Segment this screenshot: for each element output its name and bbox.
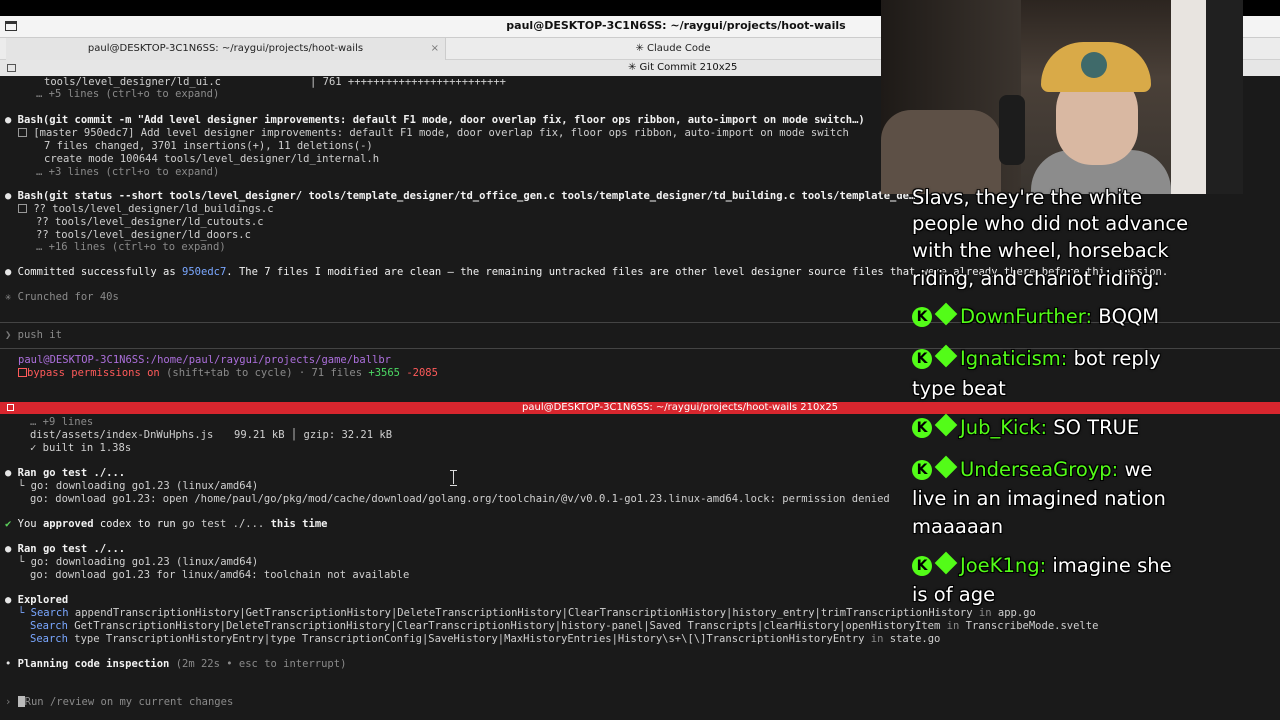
- search-line: Search GetTranscriptionHistory|DeleteTra…: [30, 620, 1099, 632]
- output-line: [master 950edc7] Add level designer impr…: [18, 127, 849, 140]
- chat-message-cont: live in an imagined nation: [912, 487, 1166, 510]
- output-line: └ go: downloading go1.23 (linux/amd64): [18, 556, 259, 568]
- tool-call-line: ● Ran go test ./...: [5, 543, 126, 555]
- output-line: | 761 +++++++++++++++++++++++++: [310, 76, 506, 88]
- tab-label: paul@DESKTOP-3C1N6SS: ~/raygui/projects/…: [87, 43, 364, 54]
- search-line: └ Search appendTranscriptionHistory|GetT…: [18, 607, 1036, 619]
- diamond-badge-icon: [934, 302, 958, 326]
- diamond-badge-icon: [934, 551, 958, 575]
- tool-call-line: ● Bash(git status --short tools/level_de…: [5, 190, 916, 202]
- kick-badge-icon: K: [912, 418, 932, 438]
- chat-overflow-line: people who did not advance: [912, 212, 1189, 235]
- tool-call-line: ● Bash(git commit -m "Add level designer…: [5, 114, 865, 126]
- prompt-input[interactable]: ❯ push it: [5, 329, 62, 342]
- diamond-badge-icon: [934, 455, 958, 479]
- search-line: Search type TranscriptionHistoryEntry|ty…: [30, 633, 941, 645]
- chat-message-cont: type beat: [912, 377, 1006, 400]
- output-line: create mode 100644 tools/level_designer/…: [44, 153, 380, 165]
- kick-badge-icon: K: [912, 349, 932, 369]
- diamond-badge-icon: [934, 344, 958, 368]
- chat-message: K JoeK1ng: imagine she: [912, 551, 1172, 580]
- output-line: go: download go1.23: open /home/paul/go/…: [30, 493, 890, 505]
- tab-claude-code[interactable]: ✳ Claude Code: [448, 38, 898, 60]
- expand-hint[interactable]: … +16 lines (ctrl+o to expand): [36, 241, 226, 254]
- chat-message-cont: is of age: [912, 583, 996, 606]
- tool-call-line: ● Ran go test ./...: [5, 467, 126, 479]
- chat-message: K DownFurther: BQQM: [912, 302, 1159, 331]
- status-line: ✳ Crunched for 40s: [5, 291, 119, 303]
- output-line: go: download go1.23 for linux/amd64: too…: [30, 569, 410, 581]
- approval-line: ✔ You approved codex to run go test ./..…: [5, 518, 328, 530]
- chat-overflow-line: riding, and chariot riding.: [912, 267, 1160, 290]
- chat-message: K Ignaticism: bot reply: [912, 344, 1161, 373]
- text-cursor: [17, 696, 25, 707]
- codex-input[interactable]: › Run /review on my current changes: [5, 696, 233, 709]
- expand-hint[interactable]: … +3 lines (ctrl+o to expand): [36, 166, 219, 179]
- status-bar: bypass permissions on (shift+tab to cycl…: [18, 367, 438, 380]
- microphone: [999, 95, 1025, 165]
- output-line: └ go: downloading go1.23 (linux/amd64): [18, 480, 259, 492]
- text-cursor-icon: [450, 470, 457, 486]
- chat-overflow-line: with the wheel, horseback: [912, 239, 1169, 262]
- output-line: ?? tools/level_designer/ld_cutouts.c: [36, 216, 264, 228]
- output-line: ✓ built in 1.38s: [30, 442, 132, 454]
- output-line: 99.21 kB │ gzip: 32.21 kB: [234, 429, 393, 441]
- pane-icon: [7, 404, 14, 411]
- grid-icon[interactable]: [7, 64, 16, 72]
- working-status: • Planning code inspection (2m 22s • esc…: [5, 658, 347, 670]
- chat-message: K Jub_Kick: SO TRUE: [912, 413, 1139, 442]
- pane-divider-bar[interactable]: paul@DESKTOP-3C1N6SS: ~/raygui/projects/…: [0, 402, 1280, 414]
- pane-title: ✳ Git Commit 210x25: [628, 62, 738, 73]
- chat-message-cont: maaaaan: [912, 515, 1004, 538]
- kick-badge-icon: K: [912, 307, 932, 327]
- kick-badge-icon: K: [912, 460, 932, 480]
- status-path: paul@DESKTOP-3C1N6SS:/home/paul/raygui/p…: [18, 354, 391, 366]
- chat-message: K UnderseaGroyp: we: [912, 455, 1152, 484]
- pane-title: paul@DESKTOP-3C1N6SS: ~/raygui/projects/…: [522, 402, 839, 413]
- output-line: ?? tools/level_designer/ld_buildings.c: [18, 203, 274, 216]
- output-line: … +9 lines: [30, 416, 94, 428]
- tool-call-line: ● Explored: [5, 594, 69, 606]
- tab-hoot-wails[interactable]: paul@DESKTOP-3C1N6SS: ~/raygui/projects/…: [6, 38, 446, 60]
- expand-hint[interactable]: … +5 lines (ctrl+o to expand): [36, 88, 219, 101]
- output-line: dist/assets/index-DnWuHphs.js: [30, 429, 214, 441]
- tab-label: ✳ Claude Code: [635, 43, 711, 54]
- kick-badge-icon: K: [912, 556, 932, 576]
- webcam-overlay: [881, 0, 1243, 194]
- close-icon[interactable]: ×: [431, 38, 439, 59]
- chat-overflow-line: Slavs, they're the white: [912, 186, 1143, 209]
- diamond-badge-icon: [934, 413, 958, 437]
- output-line: 7 files changed, 3701 insertions(+), 11 …: [44, 140, 373, 152]
